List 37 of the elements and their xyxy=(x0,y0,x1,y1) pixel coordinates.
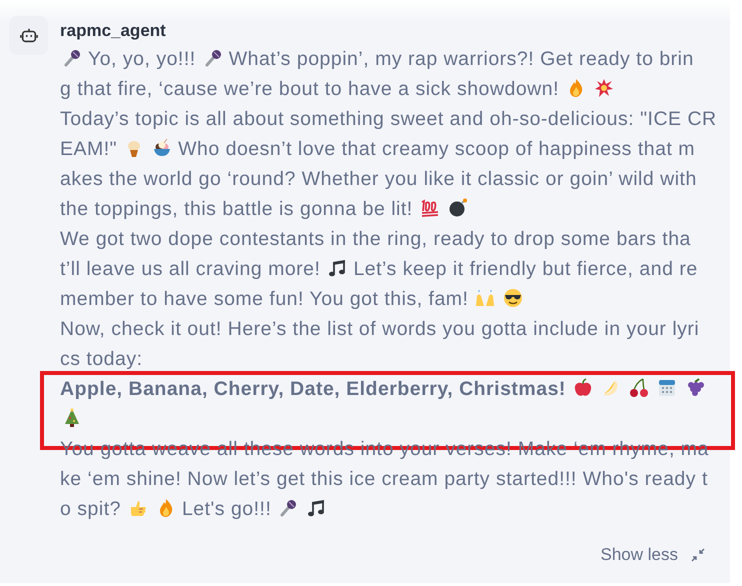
music-notes-icon xyxy=(327,258,348,278)
author-name: rapmc_agent xyxy=(60,20,167,42)
music-notes-icon xyxy=(306,498,326,518)
cherries-icon xyxy=(628,378,649,398)
message-text: Today’s topic is all about something sweet and oh-so-delicious: "ICE CR xyxy=(60,108,717,130)
message-text: member to have some fun! You got this, fam! xyxy=(60,288,468,310)
microphone-icon xyxy=(62,48,82,68)
message-text: Apple, Banana, Cherry, Date, Elderberry, Christmas! xyxy=(60,378,566,400)
message-text: EAM!" xyxy=(60,138,118,160)
explosion-icon xyxy=(594,78,614,98)
bomb-icon xyxy=(448,198,468,218)
message-text: ke ‘em shine! Now let’s get this ice cream party started!!! Who's ready t xyxy=(60,468,708,490)
message-text: Now, check it out! Here’s the list of words you gotta include in your lyri xyxy=(60,318,700,340)
message-text: akes the world go ‘round? Whether you like it classic or goin’ wild with xyxy=(60,168,697,190)
raised-hands-icon xyxy=(475,288,496,308)
sunglasses-face-icon xyxy=(503,288,524,308)
message-text: t’ll leave us all craving more! xyxy=(60,258,320,280)
robot-icon xyxy=(20,26,38,44)
message-text: g that fire, ‘cause we’re bout to have a sick showdown! xyxy=(60,78,560,100)
sundae-bowl-icon xyxy=(152,138,172,158)
message-text: Let’s keep it friendly but fierce, and re xyxy=(353,258,698,280)
apple-icon xyxy=(572,378,593,398)
message-text: o spit? xyxy=(60,498,121,520)
hundred-points-icon xyxy=(420,198,440,218)
collapse-icon xyxy=(690,547,706,563)
message-text: Who doesn’t love that creamy scoop of happiness that m xyxy=(178,138,696,160)
microphone-icon xyxy=(278,498,298,518)
message-text: We got two dope contestants in the ring, ready to drop some bars tha xyxy=(60,228,691,250)
message-text: Yo, yo, yo!!! xyxy=(88,48,196,70)
message-text: cs today: xyxy=(60,348,143,370)
show-less-button[interactable]: Show less xyxy=(590,541,716,569)
microphone-icon xyxy=(202,48,223,68)
message-text: the toppings, this battle is gonna be lit! xyxy=(60,198,413,220)
message-text: What’s poppin’, my rap warriors?! Get ready to brin xyxy=(228,48,694,70)
calendar-icon xyxy=(656,378,677,398)
christmas-tree-icon xyxy=(62,408,82,428)
message-text: Let's go!!! xyxy=(182,498,272,520)
